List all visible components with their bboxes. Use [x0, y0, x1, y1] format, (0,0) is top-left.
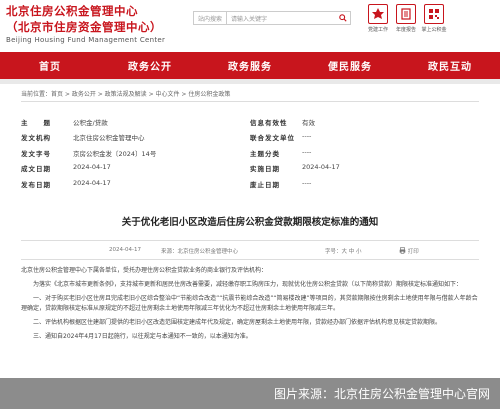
- meta-row: 发文机构 北京住房公积金管理中心 联合发文单位 ----: [21, 130, 479, 146]
- site-title[interactable]: 北京住房公积金管理中心: [6, 3, 138, 19]
- article-info-bar: 2024-04-17 来源：北京住房公积金管理中心 字号：大 中 小 打印: [21, 240, 479, 260]
- meta-row: 发布日期 2024-04-17 废止日期 ----: [21, 176, 479, 192]
- article-paragraph: 二、评估机构根据区住建部门提供的老旧小区改造范围核定建成年代及规定，确定房屋剩余…: [33, 319, 442, 326]
- app-icon: [424, 4, 444, 24]
- meta-key: 信息有效性: [250, 118, 288, 127]
- shortcut-label: 党建工作: [367, 27, 388, 33]
- print-icon: [399, 247, 406, 254]
- meta-value: 公积金/贷款: [73, 118, 108, 127]
- meta-value: 2024-04-17: [73, 163, 111, 172]
- nav-government-services[interactable]: 政务服务: [200, 52, 300, 79]
- meta-key: 发文字号: [21, 149, 51, 158]
- meta-value: 2024-04-17: [73, 178, 111, 187]
- print-label: 打印: [407, 249, 419, 255]
- meta-value: 有效: [302, 118, 315, 127]
- site-subtitle[interactable]: （北京市住房资金管理中心）: [6, 19, 162, 35]
- main-nav: 首页 政务公开 政务服务 便民服务 政民互动: [0, 52, 500, 79]
- meta-row: 主 题 公积金/贷款 信息有效性 有效: [21, 114, 479, 130]
- meta-key: 主 题: [21, 118, 51, 127]
- article-paragraph: 一、对于购买老旧小区住房且完成老旧小区综合整治中“节能综合改造”“抗震节能综合改…: [21, 295, 478, 312]
- nav-government-affairs[interactable]: 政务公开: [100, 52, 200, 79]
- document-meta-table: 主 题 公积金/贷款 信息有效性 有效 发文机构 北京住房公积金管理中心 联合发文单位…: [21, 114, 479, 192]
- search-bar: 站内搜索 请输入关键字: [193, 11, 351, 25]
- font-size-control[interactable]: 字号：大 中 小: [325, 247, 362, 255]
- meta-value: 北京住房公积金管理中心: [73, 134, 145, 143]
- meta-key: 废止日期: [250, 180, 280, 189]
- print-button[interactable]: 打印: [399, 247, 419, 255]
- image-source-text: 图片来源：北京住房公积金管理中心官网: [273, 387, 490, 401]
- image-source-overlay: 图片来源：北京住房公积金管理中心官网: [0, 378, 500, 409]
- meta-value: ----: [302, 147, 312, 156]
- meta-value: 京房公积金发〔2024〕14号: [73, 149, 157, 158]
- search-scope-select[interactable]: 站内搜索: [194, 12, 227, 24]
- nav-citizen-services[interactable]: 便民服务: [300, 52, 400, 79]
- shortcut-party[interactable]: 党建工作: [367, 4, 389, 33]
- meta-key: 主题分类: [250, 149, 280, 158]
- meta-row: 成文日期 2024-04-17 实施日期 2024-04-17: [21, 161, 479, 177]
- meta-key: 联合发文单位: [250, 134, 295, 143]
- site-header: 北京住房公积金管理中心 （北京市住房资金管理中心） Beijing Housin…: [0, 0, 500, 52]
- shortcut-app[interactable]: 掌上公积金: [421, 4, 447, 33]
- shortcut-label: 掌上公积金: [421, 27, 447, 33]
- article-paragraph: 北京住房公积金管理中心下属各单位，受托办理住房公积金贷款业务的商业银行及评估机构…: [21, 267, 268, 274]
- shortcut-label: 年度报告: [395, 27, 416, 33]
- report-icon: [396, 4, 416, 24]
- article-date: 2024-04-17: [109, 247, 141, 253]
- article-source: 来源：北京住房公积金管理中心: [161, 249, 239, 255]
- nav-home[interactable]: 首页: [0, 52, 100, 79]
- meta-key: 实施日期: [250, 165, 280, 174]
- meta-value: ----: [302, 132, 312, 141]
- site-title-en: Beijing Housing Fund Management Center: [6, 36, 166, 44]
- meta-key: 发文机构: [21, 134, 51, 143]
- nav-interaction[interactable]: 政民互动: [400, 52, 500, 79]
- meta-key: 成文日期: [21, 165, 51, 174]
- divider: [21, 101, 479, 102]
- article-body: 北京住房公积金管理中心下属各单位，受托办理住房公积金贷款业务的商业银行及评估机构…: [21, 266, 481, 346]
- article-paragraph: 三、通知自2024年4月17日起施行，以往规定与本通知不一致的，以本通知为准。: [33, 333, 252, 340]
- shortcut-report[interactable]: 年度报告: [395, 4, 417, 33]
- breadcrumb[interactable]: 当前位置：首页 > 政务公开 > 政策法规及解读 > 中心文件 > 住房公积金政…: [21, 89, 230, 98]
- header-shortcuts: 党建工作 年度报告 掌上公积金: [367, 4, 447, 33]
- banner-strip: [0, 79, 500, 84]
- article-title: 关于优化老旧小区改造后住房公积金贷款期限核定标准的通知: [121, 217, 379, 228]
- meta-value: 2024-04-17: [302, 163, 340, 172]
- search-button[interactable]: [337, 12, 349, 24]
- meta-key: 发布日期: [21, 180, 51, 189]
- meta-row: 发文字号 京房公积金发〔2024〕14号 主题分类 ----: [21, 145, 479, 161]
- search-icon: [339, 14, 347, 22]
- search-input[interactable]: 请输入关键字: [227, 14, 337, 23]
- meta-value: ----: [302, 178, 312, 187]
- party-icon: [368, 4, 388, 24]
- article-paragraph: 为落实《北京市城市更新条例》，支持城市更新和居民住房改善需要，减轻缴存职工购房压…: [33, 281, 463, 288]
